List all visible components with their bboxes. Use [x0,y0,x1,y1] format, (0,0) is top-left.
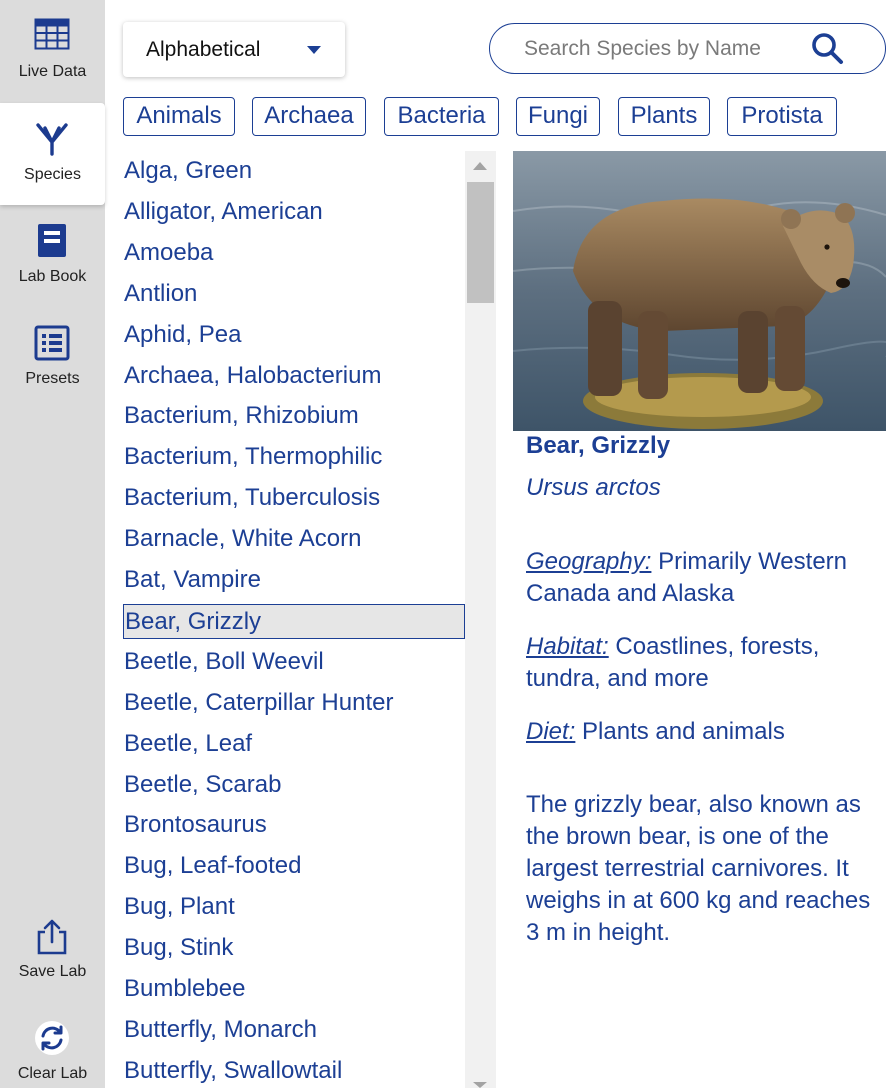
search-input[interactable] [524,34,804,64]
species-common-name: Bear, Grizzly [526,432,671,459]
filter-animals[interactable]: Animals [123,97,235,136]
scroll-up-arrow[interactable] [473,162,487,170]
diet-value: Plants and animals [582,718,785,745]
species-list-item[interactable]: Bug, Stink [123,931,465,966]
scroll-down-arrow[interactable] [473,1082,487,1088]
species-list-item[interactable]: Beetle, Scarab [123,768,465,803]
scrollbar[interactable] [465,151,496,1088]
species-list-item[interactable]: Barnacle, White Acorn [123,522,465,557]
species-list-item[interactable]: Butterfly, Monarch [123,1013,465,1048]
species-list-item[interactable]: Bug, Plant [123,890,465,925]
species-list-item[interactable]: Bat, Vampire [123,563,465,598]
geography-section: Geography: Primarily Western Canada and … [526,546,881,610]
species-list-item[interactable]: Brontosaurus [123,808,465,843]
species-list-item[interactable]: Beetle, Caterpillar Hunter [123,686,465,721]
species-scientific-name: Ursus arctos [526,474,661,501]
nav-label: Save Lab [18,963,87,980]
bear-image [513,151,886,431]
lab-book-icon [38,224,66,257]
habitat-label: Habitat: [526,633,609,660]
species-list-item[interactable]: Bacterium, Tuberculosis [123,481,465,516]
nav-lab-book[interactable]: Lab Book [0,205,105,307]
nav-save-lab[interactable]: Save Lab [0,900,105,1002]
nav-label: Live Data [18,63,87,80]
diet-label: Diet: [526,718,576,745]
sort-dropdown[interactable]: Alphabetical [123,22,345,77]
species-list-item[interactable]: Alligator, American [123,195,465,230]
habitat-section: Habitat: Coastlines, forests, tundra, an… [526,631,881,695]
filter-fungi[interactable]: Fungi [516,97,600,136]
nav-label: Species [24,166,81,183]
nav-species[interactable]: Species [0,103,105,205]
nav-live-data[interactable]: Live Data [0,0,105,102]
species-list-item[interactable]: Butterfly, Swallowtail [123,1054,465,1088]
filter-archaea[interactable]: Archaea [252,97,366,136]
table-icon [34,18,70,50]
species-icon [36,123,68,156]
species-list-item[interactable]: Alga, Green [123,154,465,189]
species-list-item[interactable]: Bear, Grizzly [123,603,465,639]
sort-dropdown-label: Alphabetical [146,38,261,61]
filter-bacteria[interactable]: Bacteria [384,97,499,136]
nav-label: Presets [25,370,80,387]
species-list-item[interactable]: Beetle, Boll Weevil [123,645,465,680]
filter-protista[interactable]: Protista [727,97,837,136]
geography-label: Geography: [526,548,652,575]
refresh-icon [35,1021,69,1055]
chevron-down-icon [307,46,321,54]
share-icon [37,919,67,955]
species-photo [513,151,886,431]
diet-section: Diet: Plants and animals [526,716,881,748]
nav-clear-lab[interactable]: Clear Lab [0,1002,105,1088]
species-list-item[interactable]: Bacterium, Rhizobium [123,399,465,434]
species-list-item[interactable]: Amoeba [123,236,465,271]
species-list-item[interactable]: Beetle, Leaf [123,727,465,762]
species-list-item[interactable]: Archaea, Halobacterium [123,359,465,394]
species-list-item[interactable]: Aphid, Pea [123,318,465,353]
search-box [489,23,886,74]
search-icon [812,33,843,64]
search-button[interactable] [810,32,848,66]
species-list: Alga, Green Alligator, American Amoeba Antl… [105,151,465,1088]
species-list-item[interactable]: Bumblebee [123,972,465,1007]
nav-label: Clear Lab [17,1065,88,1082]
species-list-item[interactable]: Bacterium, Thermophilic [123,440,465,475]
scroll-thumb[interactable] [467,182,494,303]
species-list-item[interactable]: Bug, Leaf-footed [123,849,465,884]
sidebar-nav: Live Data Species Lab Book Presets Save … [0,0,105,1088]
species-description: The grizzly bear, also known as the brow… [526,791,871,946]
filter-plants[interactable]: Plants [618,97,710,136]
species-list-item[interactable]: Antlion [123,277,465,312]
nav-presets[interactable]: Presets [0,307,105,409]
presets-icon [34,325,70,361]
nav-label: Lab Book [18,268,87,285]
